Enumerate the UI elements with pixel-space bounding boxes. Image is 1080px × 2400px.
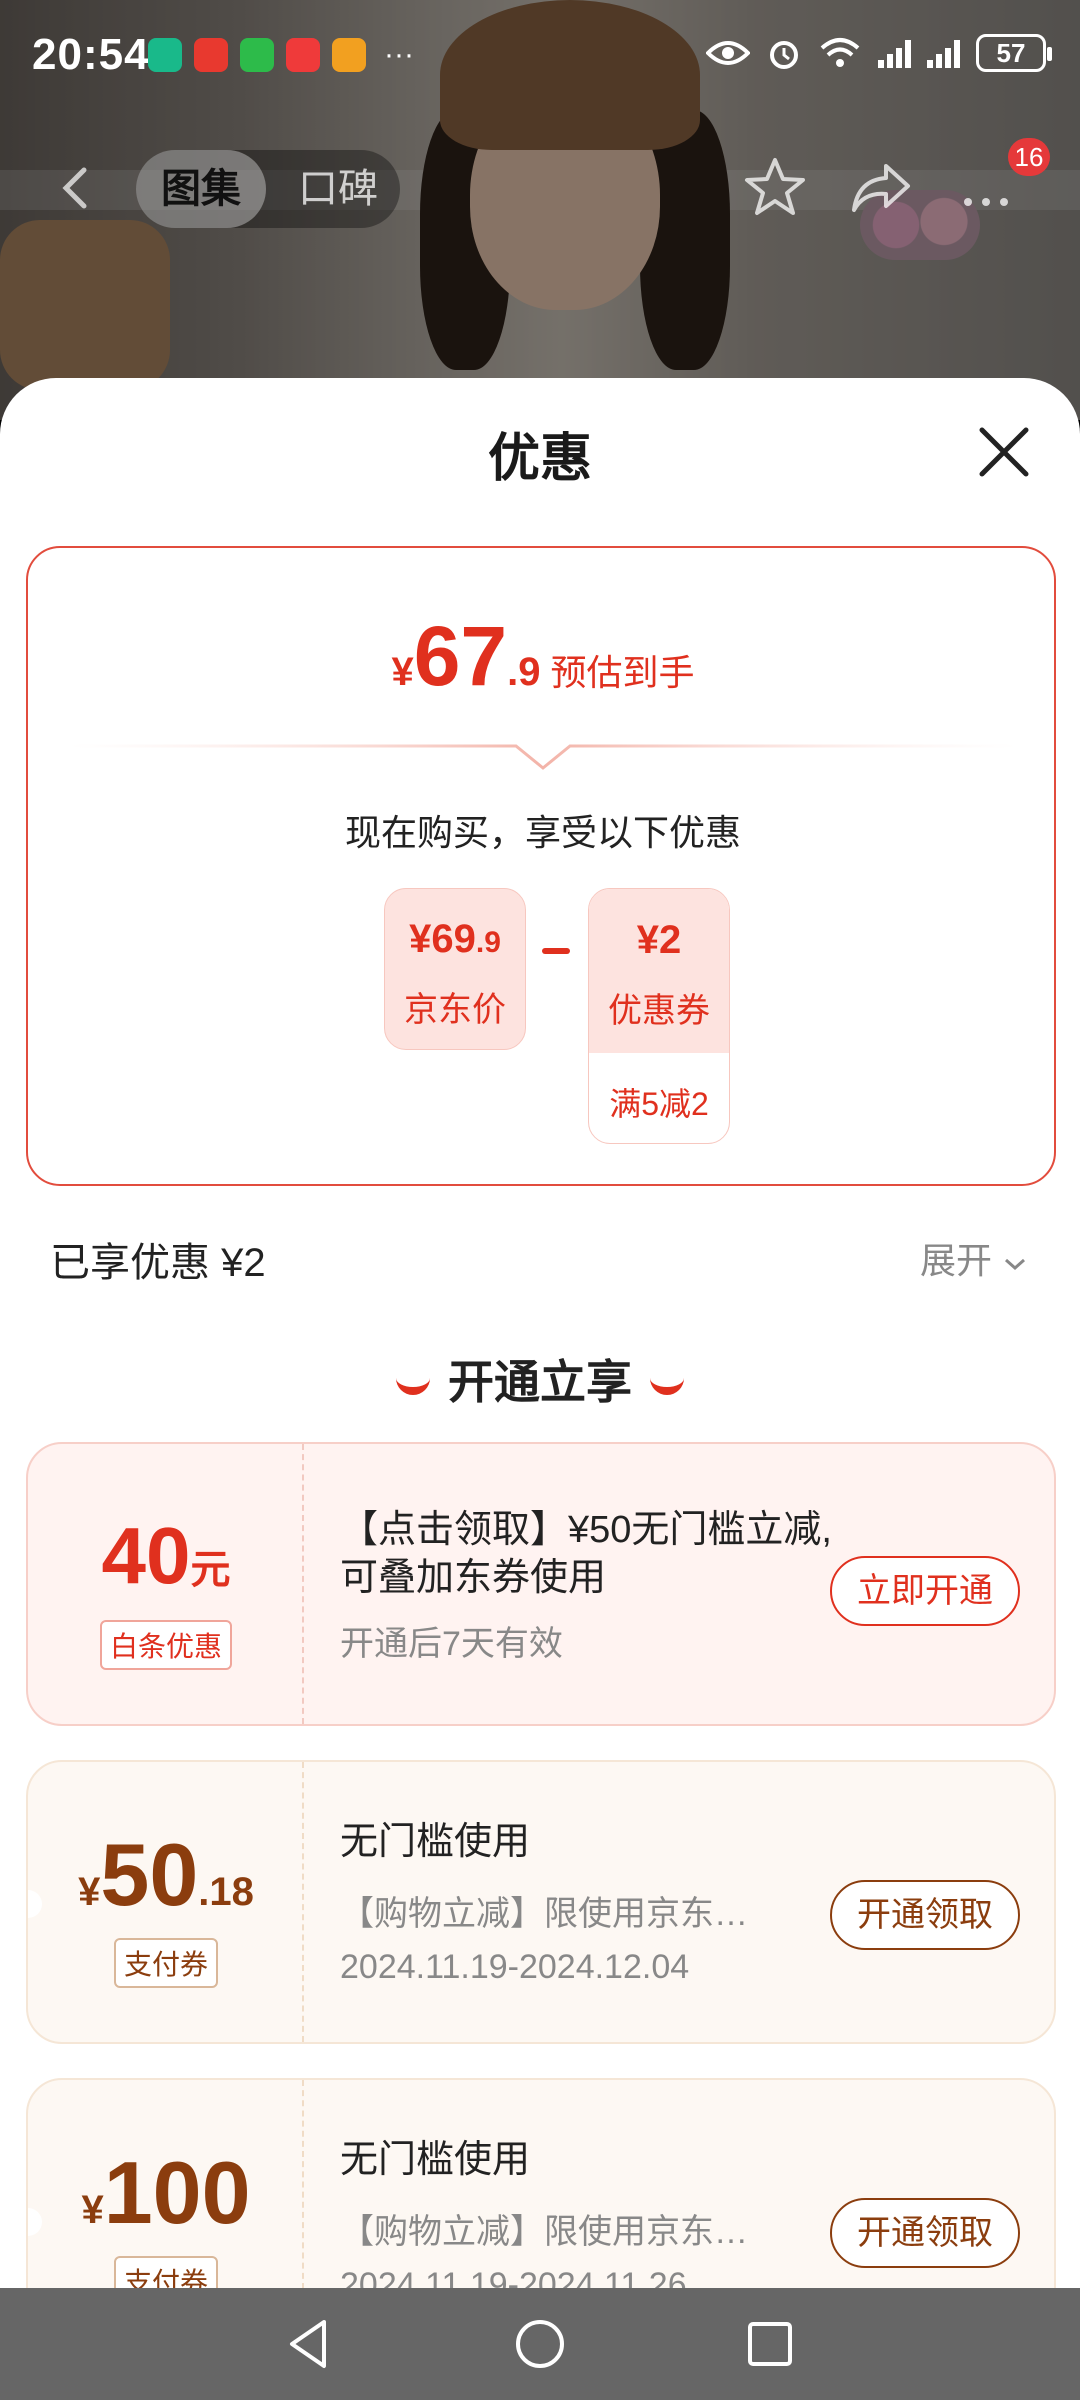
- divider: [68, 744, 1018, 770]
- offer-card: ¥100 支付券 无门槛使用 【购物立减】限使用京东… 2024.11.19-2…: [26, 2078, 1056, 2288]
- top-nav: 图集 口碑 16: [0, 138, 1080, 240]
- share-icon[interactable]: [846, 152, 916, 222]
- expand-label: 展开: [919, 1240, 992, 1281]
- smile-decoration-icon: [650, 1377, 684, 1395]
- jd-price-decimal: .9: [475, 926, 501, 959]
- chevron-down-icon: [1005, 1258, 1025, 1271]
- coupon-value: ¥2: [636, 918, 682, 962]
- status-time: 20:54: [32, 30, 150, 79]
- coupon-condition: 满5减2: [609, 1086, 709, 1122]
- claim-button[interactable]: 开通领取: [830, 2198, 1020, 2268]
- jd-price-integer: 69: [431, 917, 476, 961]
- offer-desc: 开通后7天有效: [340, 1625, 563, 1663]
- offer-amount: 50: [100, 1825, 199, 1924]
- offer-card: ¥50.18 支付券 无门槛使用 【购物立减】限使用京东… 2024.11.19…: [26, 1760, 1056, 2044]
- smile-decoration-icon: [396, 1377, 430, 1395]
- currency-symbol: ¥: [81, 2188, 104, 2232]
- message-badge: 16: [1008, 138, 1050, 176]
- offer-tag: 白条优惠: [99, 1620, 232, 1670]
- notification-icons: ···: [148, 38, 414, 72]
- discount-sheet: 优惠 ¥67.9 预估到手 现在购买，享受以下优惠 ¥69.9 京东价 ¥2 优惠…: [0, 378, 1080, 2288]
- nav-recents-icon[interactable]: [740, 2314, 800, 2374]
- tab-reviews[interactable]: 口碑: [288, 150, 388, 228]
- section-title: 开通立享: [0, 1346, 1080, 1412]
- discount-hint: 现在购买，享受以下优惠: [344, 812, 741, 853]
- star-icon[interactable]: [740, 152, 810, 222]
- offer-tag: 支付券: [113, 2256, 218, 2288]
- eye-icon: [706, 41, 750, 65]
- offer-amount-panel: ¥100 支付券: [28, 2080, 304, 2288]
- system-nav-bar: [0, 2288, 1080, 2400]
- wifi-icon: [820, 38, 860, 67]
- price-summary: ¥67.9 预估到手 现在购买，享受以下优惠 ¥69.9 京东价 ¥2 优惠券 满…: [26, 546, 1056, 1186]
- offer-card: 40元 白条优惠 【点击领取】¥50无门槛立减,可叠加东券使用 开通后7天有效 …: [26, 1442, 1056, 1726]
- offer-amount: 40: [101, 1511, 191, 1600]
- battery-icon: 57: [976, 34, 1052, 72]
- offer-title: 无门槛使用: [340, 1821, 531, 1863]
- estimated-price: ¥67.9 预估到手: [28, 608, 1058, 705]
- offer-amount-panel: 40元 白条优惠: [28, 1444, 304, 1724]
- claim-button[interactable]: 开通领取: [830, 1880, 1020, 1950]
- section-title-text: 开通立享: [448, 1356, 632, 1408]
- offer-title: 无门槛使用: [340, 2139, 531, 2181]
- estimate-label: 预估到手: [550, 652, 695, 693]
- battery-level: 57: [996, 37, 1026, 68]
- offer-desc: 【购物立减】限使用京东…: [340, 1895, 748, 1933]
- wechat-icon: [240, 38, 274, 72]
- offer-decimal: .18: [198, 1870, 254, 1914]
- status-bar: 20:54 ··· 57: [0, 0, 1080, 116]
- price-decimal: .9: [507, 650, 541, 694]
- activate-button[interactable]: 立即开通: [830, 1556, 1020, 1626]
- sheet-title: 优惠: [487, 430, 592, 488]
- nav-back-icon[interactable]: [280, 2314, 340, 2374]
- status-right: 57: [706, 34, 1052, 72]
- offer-validity: 2024.11.19-2024.11.26: [340, 2266, 687, 2288]
- offer-desc: 【购物立减】限使用京东…: [340, 2213, 748, 2251]
- jd-price-pill: ¥69.9 京东价: [384, 888, 526, 1050]
- currency-symbol: ¥: [78, 1870, 101, 1914]
- expand-toggle[interactable]: 展开: [920, 1232, 1028, 1284]
- coupon-pill: ¥2 优惠券 满5减2: [588, 888, 730, 1144]
- offer-title: 【点击领取】¥50无门槛立减,可叠加东券使用: [340, 1509, 832, 1599]
- coupon-label: 优惠券: [608, 992, 710, 1030]
- nav-home-icon[interactable]: [510, 2314, 570, 2374]
- offer-unit: 元: [190, 1548, 231, 1592]
- back-icon[interactable]: [52, 164, 100, 212]
- app-notification-icon: [194, 38, 228, 72]
- app-notification-icon: [148, 38, 182, 72]
- tab-group: 图集 口碑: [136, 150, 400, 228]
- offer-tag: 支付券: [113, 1938, 218, 1988]
- screen: 20:54 ··· 57 图集 口碑 16 优惠 ¥67.9 预估到手 现在购买…: [0, 0, 1080, 2400]
- alarm-icon: [770, 41, 798, 69]
- price-integer: 67: [413, 609, 508, 703]
- more-notifications-icon: ···: [384, 38, 414, 71]
- offer-amount-panel: ¥50.18 支付券: [28, 1762, 304, 2042]
- app-notification-icon: [332, 38, 366, 72]
- signal-icon: [927, 38, 960, 68]
- offer-amount: 100: [103, 2143, 251, 2242]
- enjoyed-discount: 已享优惠 ¥2: [50, 1241, 266, 1285]
- app-notification-icon: [286, 38, 320, 72]
- currency-symbol: ¥: [409, 917, 432, 961]
- offer-validity: 2024.11.19-2024.12.04: [340, 1948, 690, 1986]
- jd-price-label: 京东价: [404, 991, 506, 1029]
- close-icon[interactable]: [976, 424, 1032, 480]
- signal-icon: [878, 38, 911, 68]
- tab-gallery[interactable]: 图集: [136, 150, 266, 228]
- minus-sign: [542, 948, 570, 954]
- currency-symbol: ¥: [391, 650, 414, 694]
